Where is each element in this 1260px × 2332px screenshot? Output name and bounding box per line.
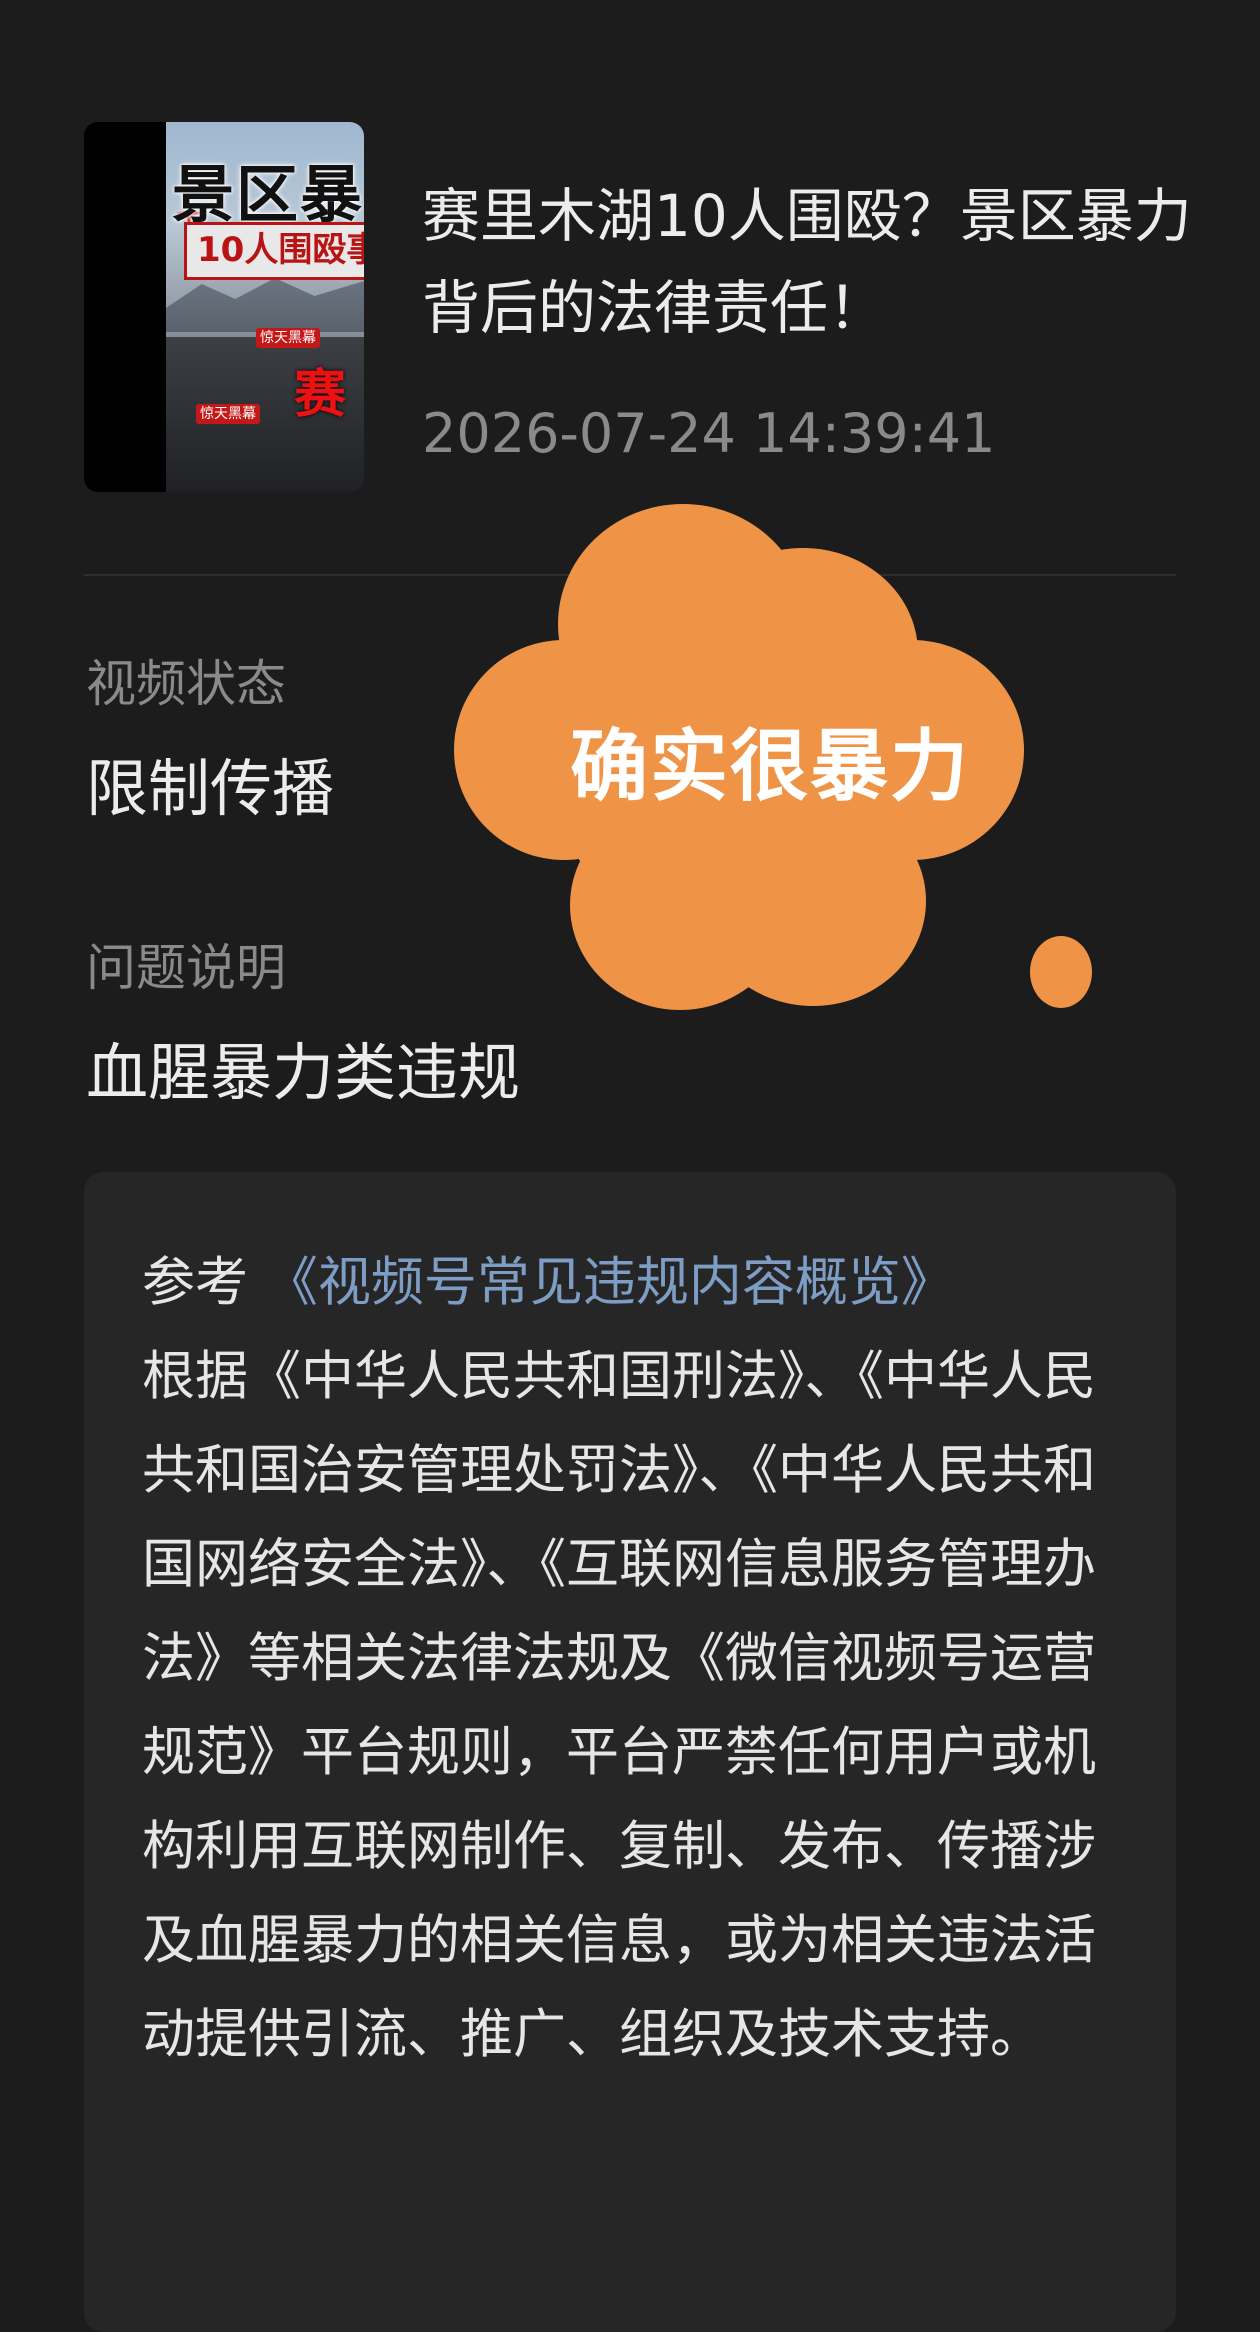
cloud-puff [700,796,926,1006]
reference-text: 参考 《视频号常见违规内容概览》 根据《中华人民共和国刑法》、《中华人民共和国治… [142,1236,1132,2082]
video-thumbnail[interactable]: 景区暴 10人围殴事 惊天黑幕 惊天黑幕 赛 [84,122,364,492]
cloud-caption: 确实很暴力 [570,722,971,812]
reference-card: 参考 《视频号常见违规内容概览》 根据《中华人民共和国刑法》、《中华人民共和国治… [84,1172,1176,2332]
thumbnail-red-char: 赛 [294,365,347,425]
reference-body: 根据《中华人民共和国刑法》、《中华人民共和国治安管理处罚法》、《中华人民共和国网… [142,1346,1096,2065]
thought-bubble-dot [1030,936,1092,1008]
video-status-value: 限制传播 [86,752,335,825]
thumbnail-title: 景区暴 [172,158,364,231]
issue-description-value: 血腥暴力类违规 [86,1036,521,1109]
thumbnail-subtitle: 10人围殴事 [184,222,364,280]
thumbnail-letterbox [84,122,166,492]
issue-description-label: 问题说明 [86,939,286,997]
thought-cloud-sticker: 确实很暴力 [450,500,1110,1020]
thumbnail-tag: 惊天黑幕 [196,404,260,424]
thumbnail-tag: 惊天黑幕 [256,328,320,348]
reference-prefix: 参考 [142,1252,248,1313]
violation-overview-link[interactable]: 《视频号常见违规内容概览》 [265,1252,954,1313]
thumbnail-mountains [166,278,364,332]
video-title: 赛里木湖10人围殴？景区暴力背后的法律责任！ [422,182,1192,342]
video-timestamp: 2026-07-24 14:39:41 [422,402,996,465]
video-status-label: 视频状态 [86,655,286,713]
